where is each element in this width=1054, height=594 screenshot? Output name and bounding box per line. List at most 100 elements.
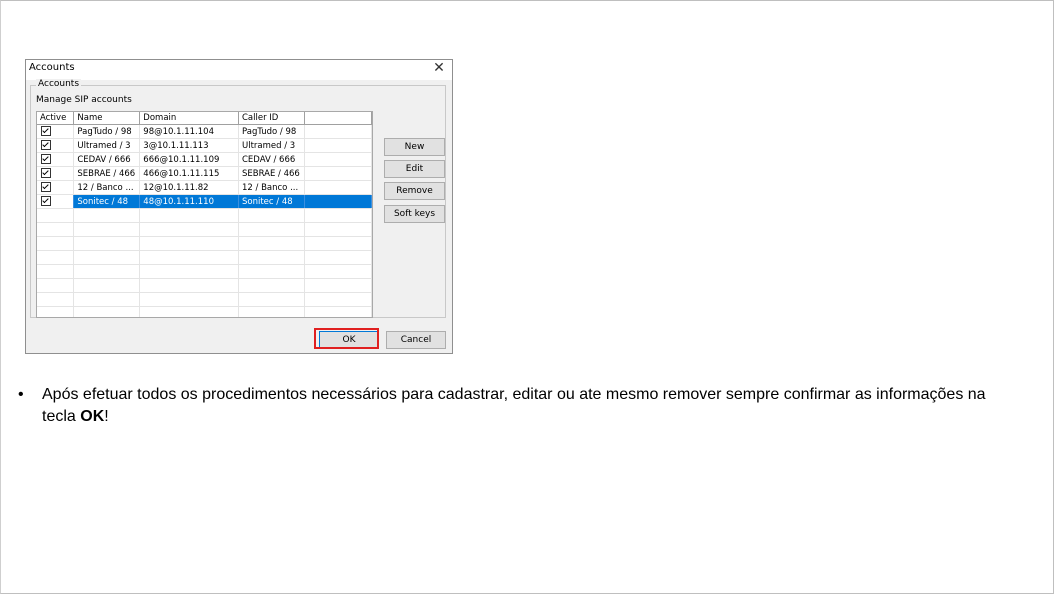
empty-cell xyxy=(238,306,305,317)
bullet-marker: • xyxy=(18,386,24,403)
domain-cell: 12@10.1.11.82 xyxy=(139,180,239,195)
table-row[interactable]: CEDAV / 666 666@10.1.11.109 CEDAV / 666 xyxy=(37,152,372,167)
empty-cell xyxy=(139,222,239,237)
accounts-table: Active Name Domain Caller ID PagTudo / 9… xyxy=(37,112,372,317)
empty-cell xyxy=(304,264,372,279)
table-row[interactable]: PagTudo / 98 98@10.1.11.104 PagTudo / 98 xyxy=(37,124,372,139)
empty-cell xyxy=(73,292,141,307)
active-checkbox-cell[interactable] xyxy=(37,152,75,167)
empty-row xyxy=(37,264,372,279)
empty-cell xyxy=(238,222,305,237)
empty-cell xyxy=(304,152,372,167)
empty-cell xyxy=(238,264,305,279)
checkbox-checked-icon[interactable] xyxy=(41,182,51,193)
active-checkbox-cell[interactable] xyxy=(37,166,75,181)
name-cell: Sonitec / 48 xyxy=(73,194,141,209)
active-checkbox-cell[interactable] xyxy=(37,124,75,139)
active-checkbox-cell[interactable] xyxy=(37,180,75,195)
empty-cell xyxy=(37,222,75,237)
empty-row xyxy=(37,306,372,317)
empty-cell xyxy=(139,250,239,265)
empty-cell xyxy=(304,208,372,223)
caller-id-cell: Ultramed / 3 xyxy=(238,138,305,153)
name-cell: Ultramed / 3 xyxy=(73,138,141,153)
instruction-text-main: Após efetuar todos os procedimentos nece… xyxy=(42,386,986,425)
dialog-titlebar: Accounts ✕ xyxy=(26,60,452,80)
empty-cell xyxy=(304,250,372,265)
cancel-button[interactable]: Cancel xyxy=(386,331,446,349)
empty-cell xyxy=(304,278,372,293)
empty-cell xyxy=(73,208,141,223)
name-cell: CEDAV / 666 xyxy=(73,152,141,167)
remove-button[interactable]: Remove xyxy=(384,182,445,200)
empty-cell xyxy=(304,306,372,317)
empty-cell xyxy=(304,166,372,181)
table-row[interactable]: Sonitec / 48 48@10.1.11.110 Sonitec / 48 xyxy=(37,194,372,209)
manage-sip-label: Manage SIP accounts xyxy=(36,95,132,105)
checkbox-checked-icon[interactable] xyxy=(41,168,51,179)
empty-cell xyxy=(73,250,141,265)
table-row[interactable]: Ultramed / 3 3@10.1.11.113 Ultramed / 3 xyxy=(37,138,372,153)
caller-id-cell: PagTudo / 98 xyxy=(238,124,305,139)
empty-cell xyxy=(238,250,305,265)
empty-cell xyxy=(37,250,75,265)
empty-cell xyxy=(37,208,75,223)
empty-cell xyxy=(304,138,372,153)
instruction-text-bold: OK xyxy=(80,408,105,425)
empty-cell xyxy=(37,264,75,279)
accounts-list[interactable]: Active Name Domain Caller ID PagTudo / 9… xyxy=(36,111,373,318)
empty-cell xyxy=(37,306,75,317)
empty-cell xyxy=(73,306,141,317)
empty-cell xyxy=(238,278,305,293)
name-cell: 12 / Banco ... xyxy=(73,180,141,195)
empty-cell xyxy=(73,222,141,237)
active-checkbox-cell[interactable] xyxy=(37,194,75,209)
accounts-dialog: Accounts ✕ Accounts Manage SIP accounts … xyxy=(25,59,453,354)
column-header-caller-id[interactable]: Caller ID xyxy=(238,112,305,125)
name-cell: SEBRAE / 466 xyxy=(73,166,141,181)
empty-cell xyxy=(73,236,141,251)
checkbox-checked-icon[interactable] xyxy=(41,154,51,165)
empty-cell xyxy=(304,124,372,139)
name-cell: PagTudo / 98 xyxy=(73,124,141,139)
empty-cell xyxy=(139,208,239,223)
domain-cell: 466@10.1.11.115 xyxy=(139,166,239,181)
edit-button[interactable]: Edit xyxy=(384,160,445,178)
domain-cell: 3@10.1.11.113 xyxy=(139,138,239,153)
empty-cell xyxy=(37,278,75,293)
table-row[interactable]: 12 / Banco ... 12@10.1.11.82 12 / Banco ..… xyxy=(37,180,372,195)
checkbox-checked-icon[interactable] xyxy=(41,140,51,151)
empty-cell xyxy=(304,180,372,195)
empty-cell xyxy=(139,292,239,307)
empty-cell xyxy=(139,264,239,279)
column-header-name[interactable]: Name xyxy=(73,112,141,125)
domain-cell: 666@10.1.11.109 xyxy=(139,152,239,167)
empty-cell xyxy=(304,292,372,307)
checkbox-checked-icon[interactable] xyxy=(41,126,51,137)
soft-keys-button[interactable]: Soft keys xyxy=(384,205,445,223)
caller-id-cell: Sonitec / 48 xyxy=(238,194,305,209)
close-icon[interactable]: ✕ xyxy=(431,60,447,76)
empty-cell xyxy=(73,278,141,293)
column-header-active[interactable]: Active xyxy=(37,112,75,125)
domain-cell: 48@10.1.11.110 xyxy=(139,194,239,209)
empty-cell xyxy=(238,292,305,307)
column-header-domain[interactable]: Domain xyxy=(139,112,239,125)
empty-cell xyxy=(139,236,239,251)
table-header: Active Name Domain Caller ID xyxy=(37,112,372,125)
empty-cell xyxy=(139,306,239,317)
empty-cell xyxy=(73,264,141,279)
empty-row xyxy=(37,278,372,293)
empty-cell xyxy=(37,236,75,251)
caller-id-cell: CEDAV / 666 xyxy=(238,152,305,167)
checkbox-checked-icon[interactable] xyxy=(41,196,51,207)
active-checkbox-cell[interactable] xyxy=(37,138,75,153)
column-header-empty xyxy=(304,112,372,125)
dialog-title: Accounts xyxy=(29,62,75,73)
instruction-text: Após efetuar todos os procedimentos nece… xyxy=(42,384,1002,428)
table-row[interactable]: SEBRAE / 466 466@10.1.11.115 SEBRAE / 466 xyxy=(37,166,372,181)
caller-id-cell: SEBRAE / 466 xyxy=(238,166,305,181)
domain-cell: 98@10.1.11.104 xyxy=(139,124,239,139)
empty-cell xyxy=(304,222,372,237)
new-button[interactable]: New xyxy=(384,138,445,156)
